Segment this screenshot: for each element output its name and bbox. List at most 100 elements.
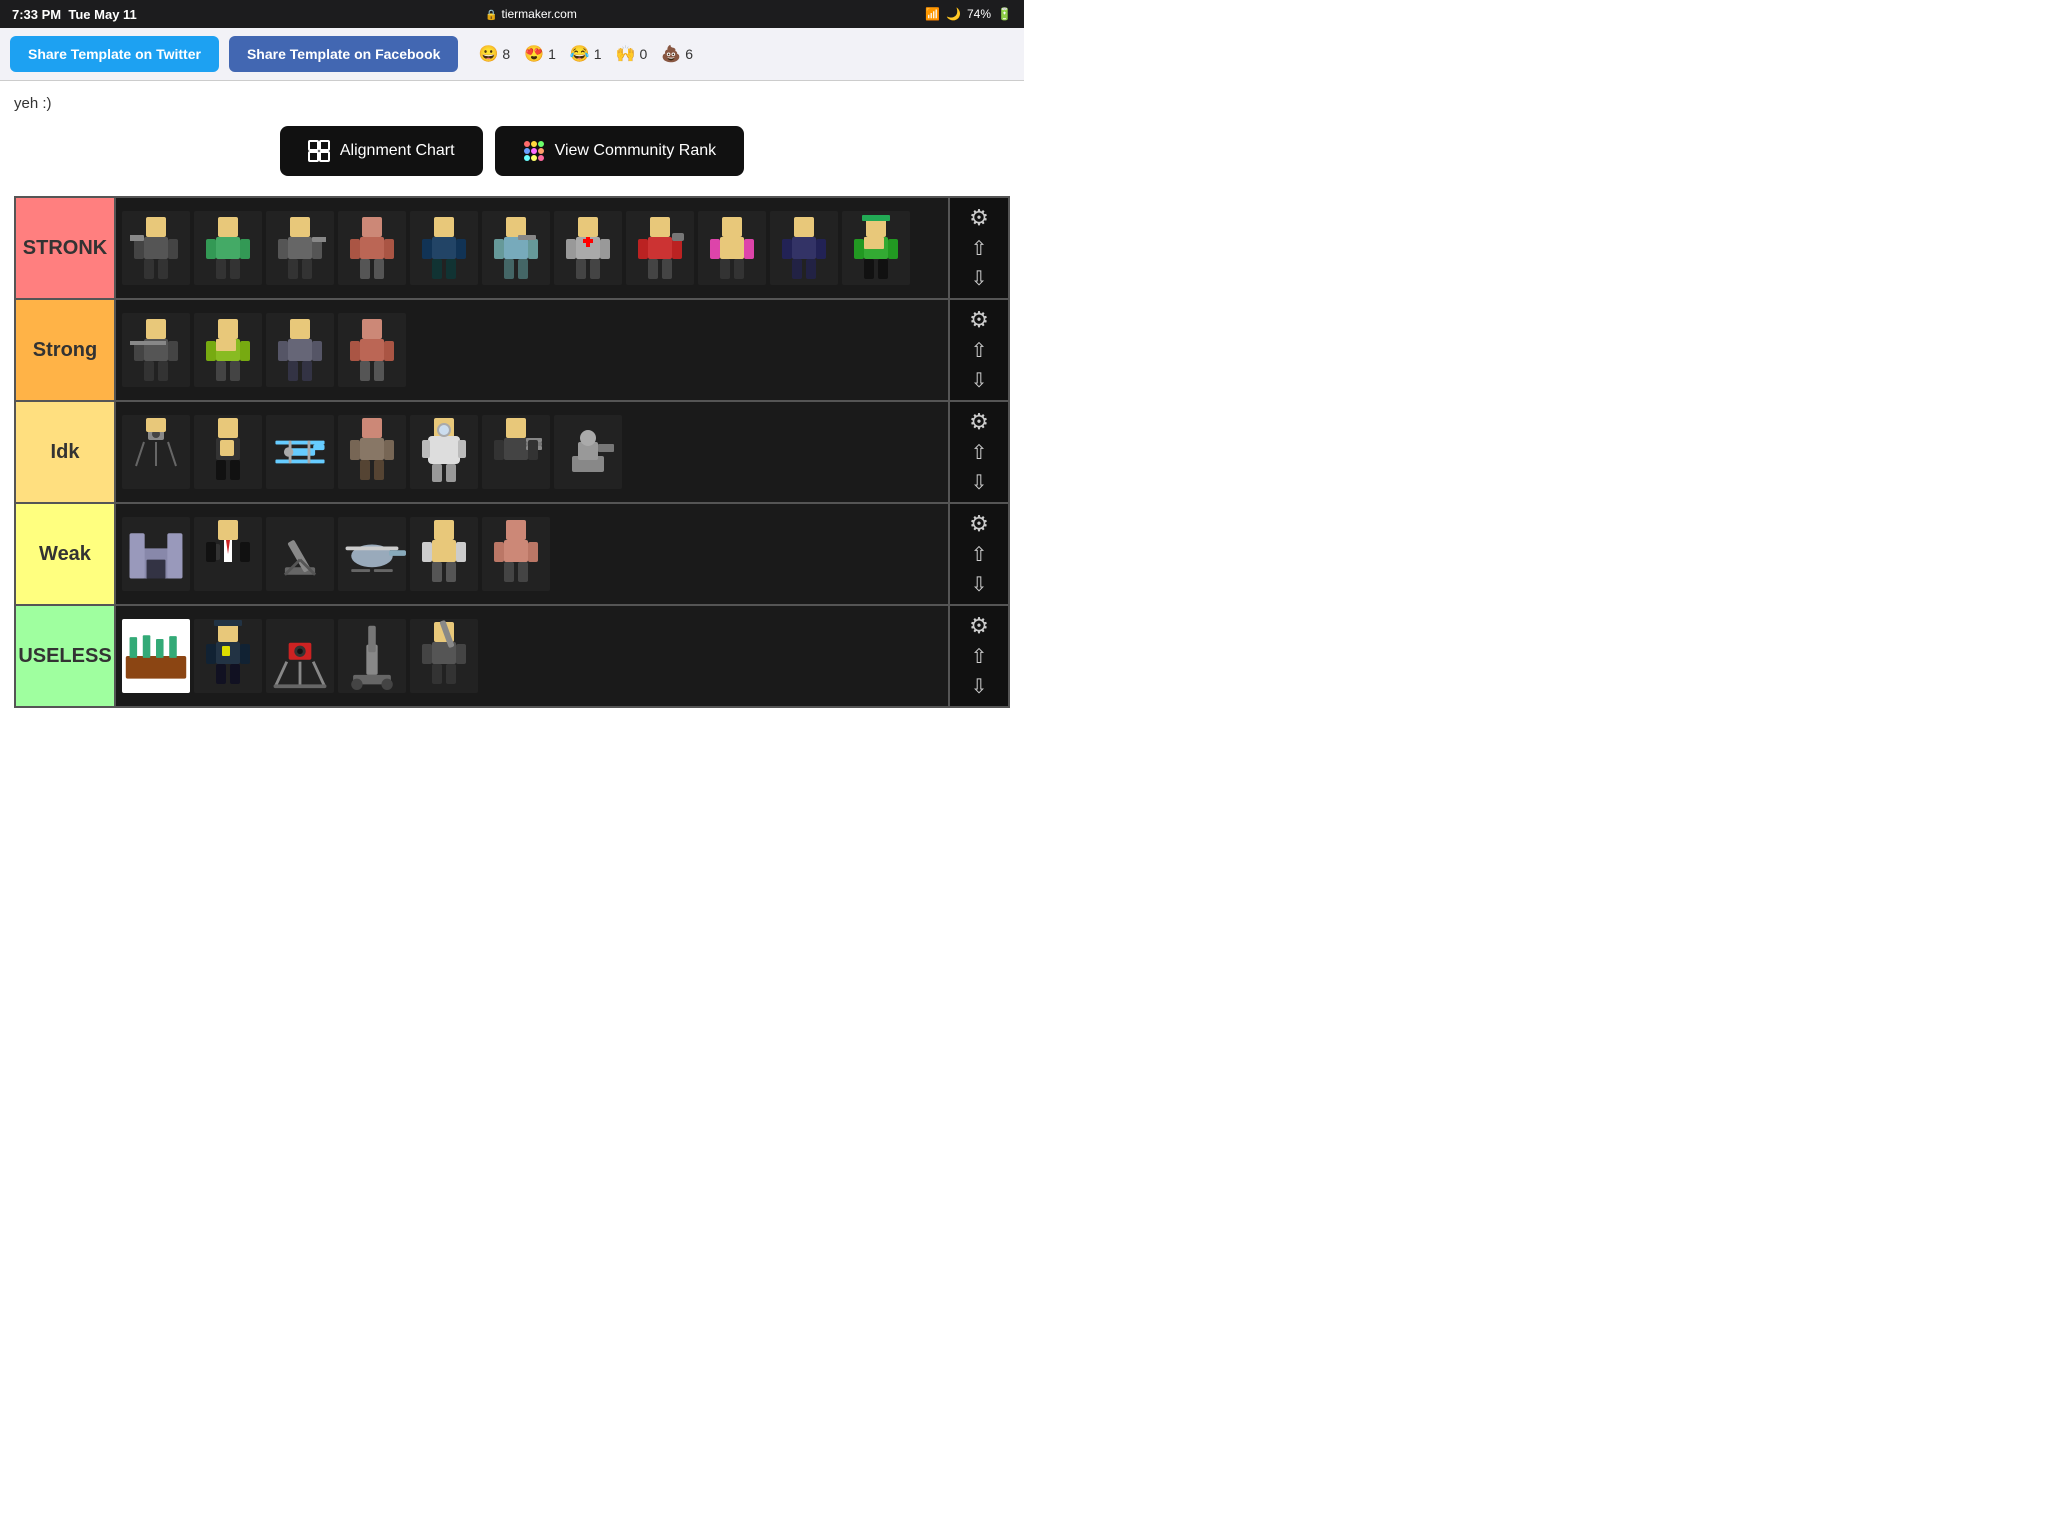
laugh-emoji: 😂: [570, 44, 590, 64]
list-item[interactable]: [266, 619, 334, 693]
list-item[interactable]: [122, 619, 190, 693]
tier-items-stronk: [116, 198, 948, 298]
list-item[interactable]: [266, 313, 334, 387]
list-item[interactable]: [338, 415, 406, 489]
list-item[interactable]: [482, 415, 550, 489]
list-item[interactable]: [410, 619, 478, 693]
list-item[interactable]: [482, 517, 550, 591]
tier-row-useless: USELESS ⚙ ⇧: [16, 606, 1008, 706]
toolbar: Share Template on Twitter Share Template…: [0, 28, 1024, 81]
tier-row-stronk: STRONK: [16, 198, 1008, 300]
list-item[interactable]: [554, 211, 622, 285]
hands-count: 0: [640, 46, 648, 62]
move-down-button[interactable]: ⇩: [969, 573, 990, 597]
laugh-count: 1: [594, 46, 602, 62]
status-bar: 7:33 PM Tue May 11 tiermaker.com 📶 🌙 74%…: [0, 0, 1024, 28]
list-item[interactable]: [410, 211, 478, 285]
reaction-laugh[interactable]: 😂 1: [570, 44, 602, 64]
community-rank-label: View Community Rank: [555, 142, 717, 160]
list-item[interactable]: [338, 313, 406, 387]
tier-label-weak: Weak: [16, 504, 116, 604]
tier-list: STRONK: [14, 196, 1010, 708]
battery-level: 74%: [967, 7, 991, 21]
list-item[interactable]: [410, 517, 478, 591]
tier-controls-stronk: ⚙ ⇧ ⇩: [948, 198, 1008, 298]
settings-icon[interactable]: ⚙: [969, 409, 989, 435]
list-item[interactable]: [194, 313, 262, 387]
reaction-hands[interactable]: 🙌 0: [616, 44, 648, 64]
tier-controls-idk: ⚙ ⇧ ⇩: [948, 402, 1008, 502]
status-url: tiermaker.com: [485, 7, 577, 21]
move-down-button[interactable]: ⇩: [969, 267, 990, 291]
tier-label-useless: USELESS: [16, 606, 116, 706]
list-item[interactable]: [194, 211, 262, 285]
happy-emoji: 😀: [478, 44, 498, 64]
move-down-button[interactable]: ⇩: [969, 471, 990, 495]
list-item[interactable]: [770, 211, 838, 285]
move-down-button[interactable]: ⇩: [969, 675, 990, 699]
tier-items-strong: [116, 300, 948, 400]
list-item[interactable]: [554, 415, 622, 489]
move-up-button[interactable]: ⇧: [969, 645, 990, 669]
settings-icon[interactable]: ⚙: [969, 511, 989, 537]
move-up-button[interactable]: ⇧: [969, 237, 990, 261]
reactions-bar: 😀 8 😍 1 😂 1 🙌 0 💩 6: [478, 44, 693, 64]
alignment-chart-button[interactable]: Alignment Chart: [280, 126, 483, 176]
tier-label-strong: Strong: [16, 300, 116, 400]
settings-icon[interactable]: ⚙: [969, 205, 989, 231]
move-up-button[interactable]: ⇧: [969, 543, 990, 567]
tier-controls-weak: ⚙ ⇧ ⇩: [948, 504, 1008, 604]
list-item[interactable]: [338, 517, 406, 591]
list-item[interactable]: [122, 517, 190, 591]
list-item[interactable]: [698, 211, 766, 285]
list-item[interactable]: [266, 211, 334, 285]
list-item[interactable]: [194, 517, 262, 591]
love-emoji: 😍: [524, 44, 544, 64]
page-subtitle: yeh :): [14, 95, 1010, 112]
list-item[interactable]: [410, 415, 478, 489]
list-item[interactable]: [338, 619, 406, 693]
list-item[interactable]: [266, 415, 334, 489]
list-item[interactable]: [122, 313, 190, 387]
tier-items-idk: [116, 402, 948, 502]
status-right: 📶 🌙 74% 🔋: [925, 7, 1012, 21]
wifi-icon: 📶: [925, 7, 940, 21]
settings-icon[interactable]: ⚙: [969, 307, 989, 333]
tier-controls-useless: ⚙ ⇧ ⇩: [948, 606, 1008, 706]
page-content: yeh :) Alignment Chart: [0, 81, 1024, 718]
tier-row-strong: Strong ⚙ ⇧ ⇩: [16, 300, 1008, 402]
hands-emoji: 🙌: [616, 44, 636, 64]
alignment-chart-label: Alignment Chart: [340, 142, 455, 160]
list-item[interactable]: [482, 211, 550, 285]
list-item[interactable]: [122, 415, 190, 489]
list-item[interactable]: [122, 211, 190, 285]
list-item[interactable]: [266, 517, 334, 591]
list-item[interactable]: [194, 619, 262, 693]
community-rank-button[interactable]: View Community Rank: [495, 126, 745, 176]
lock-icon: [485, 7, 497, 21]
reaction-happy[interactable]: 😀 8: [478, 44, 510, 64]
reaction-poop[interactable]: 💩 6: [661, 44, 693, 64]
share-facebook-button[interactable]: Share Template on Facebook: [229, 36, 458, 72]
reaction-love[interactable]: 😍 1: [524, 44, 556, 64]
status-time: 7:33 PM Tue May 11: [12, 7, 137, 22]
tier-items-useless: [116, 606, 948, 706]
poop-emoji: 💩: [661, 44, 681, 64]
action-buttons-row: Alignment Chart View Community Rank: [14, 126, 1010, 176]
happy-count: 8: [502, 46, 510, 62]
move-down-button[interactable]: ⇩: [969, 369, 990, 393]
list-item[interactable]: [338, 211, 406, 285]
love-count: 1: [548, 46, 556, 62]
settings-icon[interactable]: ⚙: [969, 613, 989, 639]
tier-row-weak: Weak: [16, 504, 1008, 606]
tier-label-stronk: STRONK: [16, 198, 116, 298]
list-item[interactable]: [194, 415, 262, 489]
move-up-button[interactable]: ⇧: [969, 339, 990, 363]
poop-count: 6: [685, 46, 693, 62]
list-item[interactable]: [842, 211, 910, 285]
alignment-chart-icon: [308, 140, 330, 162]
share-twitter-button[interactable]: Share Template on Twitter: [10, 36, 219, 72]
list-item[interactable]: [626, 211, 694, 285]
tier-label-idk: Idk: [16, 402, 116, 502]
move-up-button[interactable]: ⇧: [969, 441, 990, 465]
